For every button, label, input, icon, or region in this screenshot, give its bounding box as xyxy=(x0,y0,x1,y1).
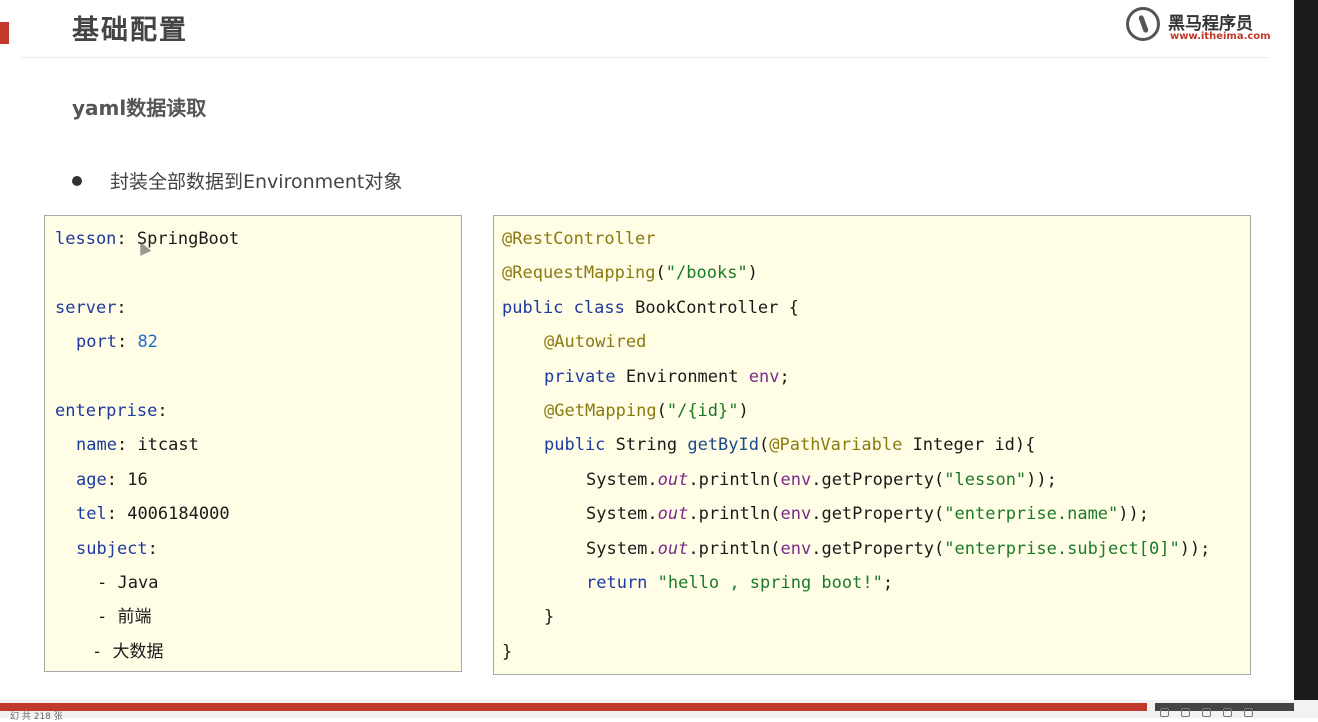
page-title: 基础配置 xyxy=(72,15,188,46)
java-line-6: @GetMapping("/{id}") xyxy=(544,401,749,421)
view-sorter-icon[interactable] xyxy=(1181,708,1190,717)
title-divider xyxy=(20,57,1270,58)
java-line-10: System.out.println(env.getProperty("ente… xyxy=(586,539,1211,559)
yaml-line-subject-item: - 大数据 xyxy=(92,642,164,662)
yaml-line-name: name: itcast xyxy=(76,435,199,455)
slide-progress-bar xyxy=(0,703,1147,711)
java-line-11: return "hello , spring boot!"; xyxy=(586,573,894,593)
yaml-code-box: lesson: SpringBoot server: port: 82 ente… xyxy=(44,215,462,672)
java-line-12: } xyxy=(544,607,555,627)
bullet-dot-icon xyxy=(72,175,82,186)
slide: 基础配置 黑马程序员 www.itheima.com yaml数据读取 封装全部… xyxy=(0,0,1294,700)
window-edge xyxy=(1294,0,1318,718)
java-line-9: System.out.println(env.getProperty("ente… xyxy=(586,504,1149,524)
zoom-icon[interactable] xyxy=(1244,708,1253,717)
yaml-line-server: server: xyxy=(55,298,127,318)
java-line-2: @RequestMapping("/books") xyxy=(502,263,758,283)
yaml-line-subject-item: - 前端 xyxy=(97,607,152,627)
java-line-1: @RestController xyxy=(502,229,656,249)
java-line-7: public String getById(@PathVariable Inte… xyxy=(544,435,1036,455)
yaml-line-subject-item: - Java xyxy=(97,573,159,593)
status-icons xyxy=(1160,708,1253,717)
view-slideshow-icon[interactable] xyxy=(1223,708,1232,717)
bullet-text: 封装全部数据到Environment对象 xyxy=(110,171,403,193)
yaml-line-port: port: 82 xyxy=(76,332,158,352)
title-marker xyxy=(0,22,9,44)
yaml-line-subject: subject: xyxy=(76,539,158,559)
slide-count: 幻 共 218 张 xyxy=(10,712,63,722)
logo: 黑马程序员 www.itheima.com xyxy=(1126,6,1271,46)
bullet-item: 封装全部数据到Environment对象 xyxy=(72,167,402,194)
java-line-5: private Environment env; xyxy=(544,367,790,387)
logo-icon xyxy=(1126,7,1160,41)
yaml-line-enterprise: enterprise: xyxy=(55,401,168,421)
yaml-line-age: age: 16 xyxy=(76,470,148,490)
yaml-line-tel: tel: 4006184000 xyxy=(76,504,230,524)
view-reading-icon[interactable] xyxy=(1202,708,1211,717)
java-code-box: @RestController @RequestMapping("/books"… xyxy=(493,215,1251,675)
java-line-4: @Autowired xyxy=(544,332,647,352)
java-line-3: public class BookController { xyxy=(502,298,799,318)
java-line-8: System.out.println(env.getProperty("less… xyxy=(586,470,1057,490)
java-line-13: } xyxy=(502,642,513,662)
logo-url: www.itheima.com xyxy=(1170,31,1271,42)
section-subtitle: yaml数据读取 xyxy=(72,96,207,120)
view-normal-icon[interactable] xyxy=(1160,708,1169,717)
